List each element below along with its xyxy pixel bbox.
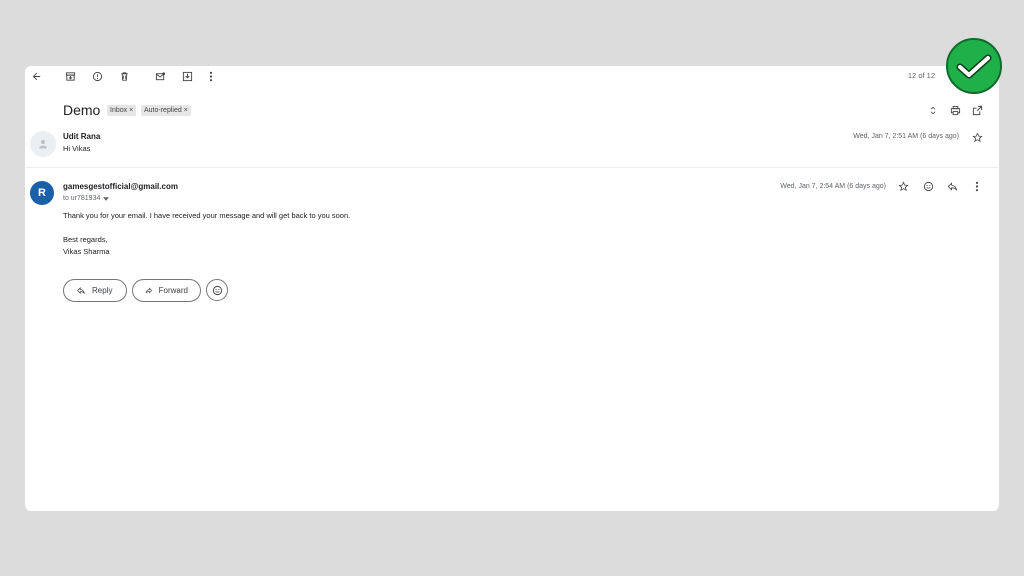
reply-label: Reply xyxy=(92,286,113,295)
forward-label: Forward xyxy=(158,286,188,295)
reply-button[interactable]: Reply xyxy=(63,279,127,302)
mark-unread-icon[interactable] xyxy=(153,69,167,83)
chevron-down-icon[interactable] xyxy=(103,196,110,201)
sender-name[interactable]: Udit Rana xyxy=(63,132,100,141)
sender-email[interactable]: gamesgestofficial@gmail.com xyxy=(63,182,178,191)
star-icon[interactable] xyxy=(896,179,910,193)
reply-icon xyxy=(77,286,85,295)
message-body-line: Best regards, xyxy=(63,235,108,244)
forward-icon xyxy=(145,287,153,294)
avatar xyxy=(30,131,56,157)
reply-icon[interactable] xyxy=(945,179,959,193)
add-reaction-button[interactable] xyxy=(206,279,228,301)
print-icon[interactable] xyxy=(948,103,962,117)
message-count: 12 of 12 xyxy=(907,71,935,80)
emoji-reaction-icon[interactable] xyxy=(921,179,935,193)
email-view: 12 of 12 Demo Inbox × Auto-replied × Udi… xyxy=(25,66,999,511)
back-arrow-icon[interactable] xyxy=(29,69,43,83)
more-vert-icon[interactable] xyxy=(205,69,217,83)
message-divider xyxy=(25,167,999,168)
remove-label-icon[interactable]: × xyxy=(129,106,133,115)
message-snippet[interactable]: Hi Vikas xyxy=(63,144,90,153)
open-new-window-icon[interactable] xyxy=(970,103,984,117)
checkmark-badge xyxy=(946,38,1002,94)
report-spam-icon[interactable] xyxy=(90,69,104,83)
label-chip-inbox[interactable]: Inbox × xyxy=(107,105,137,116)
label-text: Inbox xyxy=(110,107,128,114)
remove-label-icon[interactable]: × xyxy=(184,106,188,115)
label-text: Auto-replied xyxy=(144,107,182,114)
delete-icon[interactable] xyxy=(117,69,131,83)
avatar: R xyxy=(30,181,54,205)
emoji-icon xyxy=(212,285,222,295)
expand-collapse-icon[interactable] xyxy=(926,103,940,117)
message-date: Wed, Jan 7, 2:54 AM (6 days ago) xyxy=(780,183,886,190)
recipient-details[interactable]: to ur781934 xyxy=(63,195,110,202)
message-body-line: Vikas Sharma xyxy=(63,247,110,256)
message-body-line: Thank you for your email. I have receive… xyxy=(63,211,351,220)
forward-button[interactable]: Forward xyxy=(132,279,201,302)
recipient-text: to ur781934 xyxy=(63,195,101,202)
archive-icon[interactable] xyxy=(63,69,77,83)
more-vert-icon[interactable] xyxy=(971,179,983,193)
checkmark-icon xyxy=(956,54,992,79)
move-to-icon[interactable] xyxy=(180,69,194,83)
label-chip-auto-replied[interactable]: Auto-replied × xyxy=(141,105,191,116)
page-title: Demo xyxy=(63,102,101,118)
person-icon xyxy=(39,140,47,149)
star-icon[interactable] xyxy=(970,130,984,144)
message-date: Wed, Jan 7, 2:51 AM (6 days ago) xyxy=(853,133,959,140)
